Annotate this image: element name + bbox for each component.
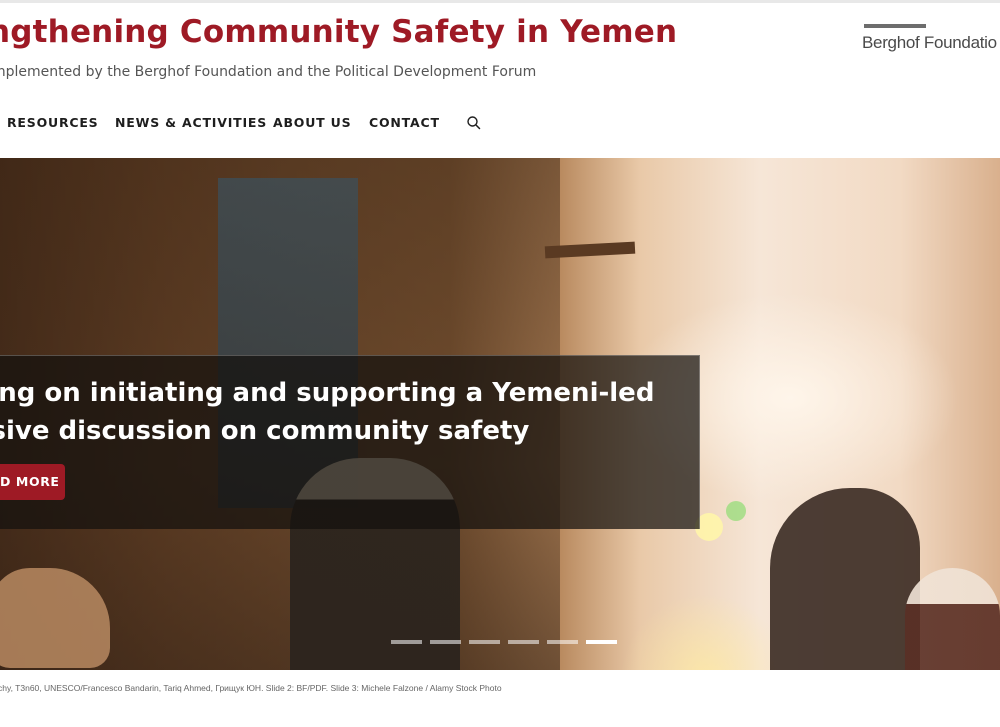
slide-caption: king on initiating and supporting a Yeme… <box>0 374 692 450</box>
nav-item-news-activities[interactable]: NEWS & ACTIVITIES <box>115 110 267 136</box>
search-icon[interactable] <box>466 115 482 131</box>
read-more-button[interactable]: D MORE <box>0 464 65 500</box>
slide-dot-2[interactable] <box>430 640 461 644</box>
slide-dot-6[interactable] <box>586 640 617 644</box>
slide-dot-5[interactable] <box>547 640 578 644</box>
slide-dot-4[interactable] <box>508 640 539 644</box>
slide-caption-line: usive discussion on community safety <box>0 416 530 446</box>
nav-item-contact[interactable]: CONTACT <box>369 110 440 136</box>
slide-dot-3[interactable] <box>469 640 500 644</box>
slide-caption-line: king on initiating and supporting a Yeme… <box>0 378 655 408</box>
berghof-logo[interactable]: Berghof Foundatio <box>862 22 1000 56</box>
logo-bar <box>864 24 926 28</box>
slide-dot-1[interactable] <box>391 640 422 644</box>
site-subtitle: mplemented by the Berghof Foundation and… <box>0 64 537 80</box>
slide-caption-box: king on initiating and supporting a Yeme… <box>0 355 700 529</box>
hero-slider[interactable]: king on initiating and supporting a Yeme… <box>0 158 1000 670</box>
top-border <box>0 0 1000 3</box>
hero-image-figure <box>770 488 920 670</box>
logo-text: Berghof Foundatio <box>862 33 997 52</box>
photo-credits: chy, T3n60, UNESCO/Francesco Bandarin, T… <box>0 683 502 693</box>
lens-flare <box>726 501 746 521</box>
site-title[interactable]: ngthening Community Safety in Yemen <box>0 14 677 50</box>
hero-image-figure <box>905 568 1000 670</box>
nav-item-resources[interactable]: RESOURCES <box>7 110 98 136</box>
nav-item-about-us[interactable]: ABOUT US <box>273 110 351 136</box>
